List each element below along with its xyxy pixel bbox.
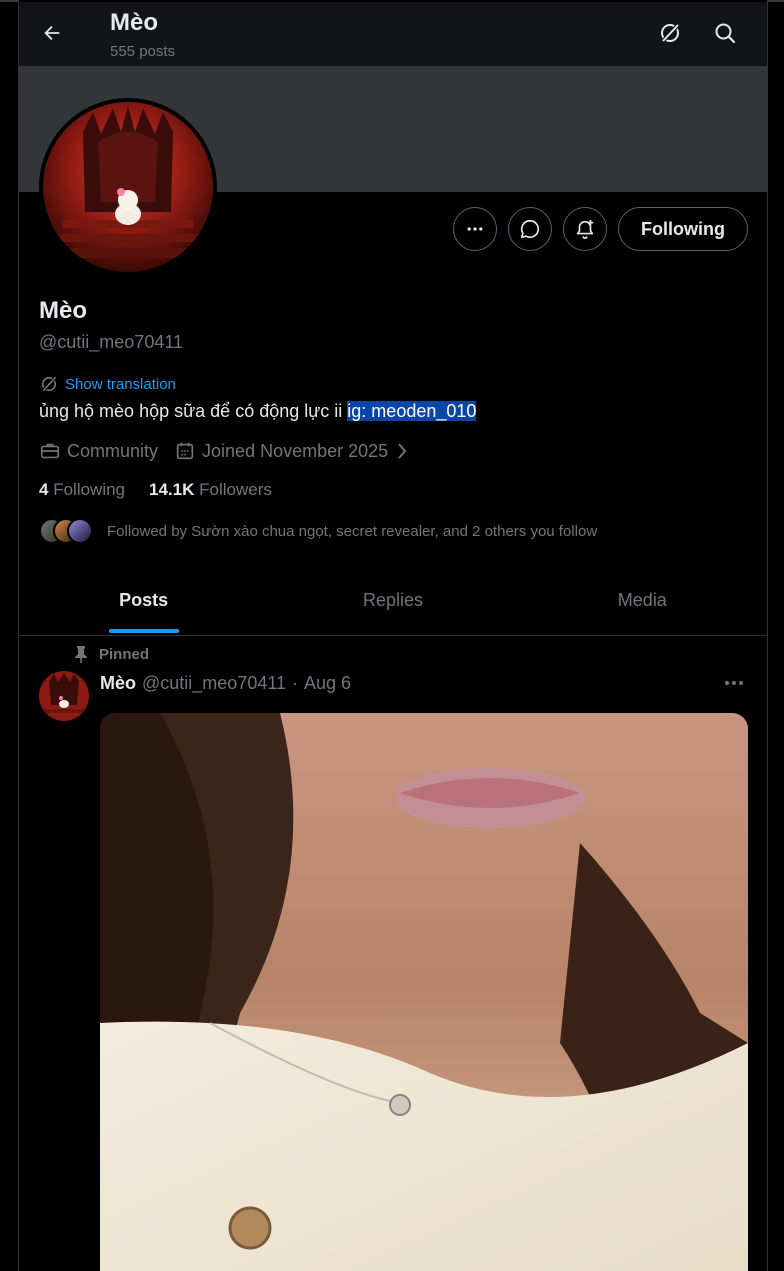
chevron-right-icon — [398, 443, 407, 459]
profile-category: Community — [39, 440, 158, 462]
category-label: Community — [67, 440, 159, 461]
following-label: Following — [53, 480, 126, 499]
profile-column: Mèo 555 posts Following Mèo @cutii_meo70… — [18, 0, 768, 1271]
header-posts-count: 555 posts — [110, 43, 176, 60]
avatar-image — [39, 671, 89, 721]
bell-plus-icon — [576, 219, 594, 239]
calendar-icon — [176, 442, 194, 460]
profile-bio: ủng hộ mèo hộp sữa để có động lực ii ig:… — [39, 401, 477, 422]
profile-handle: @cutii_meo70411 — [39, 332, 184, 352]
post-date[interactable]: Aug 6 — [304, 673, 351, 694]
pinned-indicator: Pinned — [73, 645, 149, 663]
bio-selected-text: ig: meoden_010 — [347, 401, 477, 421]
followers-count: 14.1K — [149, 480, 195, 499]
message-button[interactable] — [508, 207, 552, 251]
following-count: 4 — [39, 480, 49, 499]
follower-avatar — [67, 518, 93, 544]
avatar-image — [43, 102, 213, 272]
followed-by-text: Followed by Sườn xào chua ngọt, secret r… — [107, 522, 598, 540]
post-separator: · — [292, 673, 299, 693]
post-author-avatar[interactable] — [39, 671, 89, 721]
profile-joined[interactable]: Joined November 2025 — [174, 440, 410, 462]
profile-stats: 4 Following 14.1K Followers — [39, 480, 296, 500]
post-more-button[interactable] — [719, 670, 749, 696]
following-button[interactable]: Following — [618, 207, 748, 251]
bio-text: ủng hộ mèo hộp sữa để có động lực ii — [39, 401, 348, 421]
tab-posts[interactable]: Posts — [19, 566, 268, 635]
search-icon — [715, 23, 736, 44]
profile-tabs: Posts Replies Media — [19, 566, 767, 636]
followers-stat[interactable]: 14.1K Followers — [149, 480, 272, 500]
post-author-name[interactable]: Mèo — [100, 673, 136, 694]
tab-media[interactable]: Media — [518, 566, 767, 635]
pinned-label: Pinned — [99, 645, 150, 663]
post-media[interactable] — [100, 713, 748, 1271]
tab-label: Media — [617, 590, 667, 610]
more-options-button[interactable] — [453, 207, 497, 251]
followed-by-link[interactable]: Followed by Sườn xào chua ngọt, secret r… — [39, 518, 597, 544]
notify-button[interactable] — [563, 207, 607, 251]
post-photo — [100, 713, 748, 1271]
grok-icon — [661, 23, 680, 43]
post-header: Mèo @cutii_meo70411 · Aug 6 — [100, 673, 351, 694]
tab-replies[interactable]: Replies — [268, 566, 517, 635]
show-translation-label: Show translation — [65, 375, 176, 393]
joined-label: Joined November 2025 — [202, 440, 389, 461]
profile-meta: Community Joined November 2025 — [39, 440, 426, 462]
briefcase-icon — [40, 443, 60, 459]
followers-label: Followers — [199, 480, 272, 499]
more-icon — [467, 227, 483, 231]
profile-avatar[interactable] — [39, 98, 217, 276]
profile-name: Mèo — [39, 297, 87, 324]
header-title: Mèo — [110, 9, 158, 36]
message-icon — [520, 219, 540, 239]
post-author-handle[interactable]: @cutii_meo70411 — [142, 673, 286, 694]
arrow-left-icon — [44, 25, 60, 41]
following-stat[interactable]: 4 Following — [39, 480, 125, 500]
more-icon — [725, 681, 743, 685]
tab-label: Replies — [362, 590, 423, 610]
tab-label: Posts — [119, 590, 169, 610]
grok-button[interactable] — [653, 16, 687, 50]
show-translation-link[interactable]: Show translation — [39, 374, 176, 394]
search-button[interactable] — [708, 16, 742, 50]
translate-icon — [41, 376, 57, 392]
profile-header: Mèo 555 posts — [19, 2, 767, 66]
active-tab-indicator — [108, 629, 179, 633]
pin-icon — [75, 646, 87, 663]
back-button[interactable] — [35, 16, 69, 50]
